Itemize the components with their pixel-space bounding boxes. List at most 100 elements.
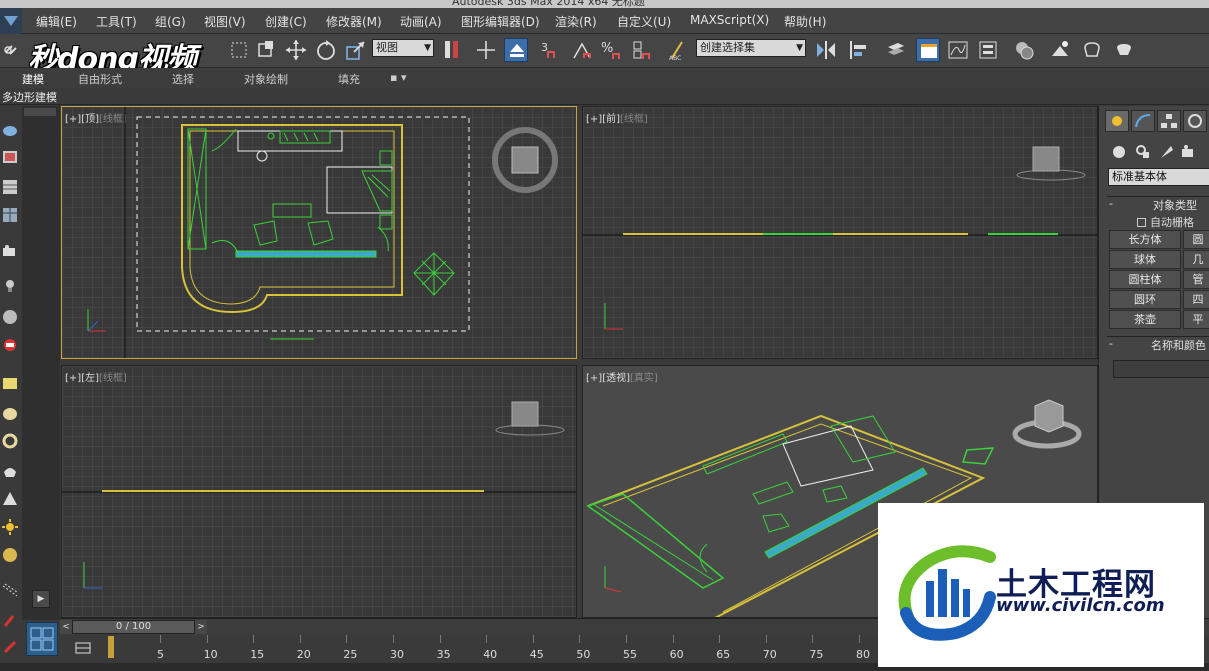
- tab-modeling[interactable]: 建模: [22, 71, 44, 87]
- schematic-view-icon[interactable]: [976, 38, 1000, 62]
- shapes-icon[interactable]: [1133, 142, 1153, 162]
- align-icon[interactable]: [846, 38, 870, 62]
- named-selection-select[interactable]: 创建选择集 ▼: [696, 39, 806, 57]
- cameras-icon[interactable]: [1179, 142, 1199, 162]
- mirror-icon[interactable]: [814, 38, 838, 62]
- geosphere-button[interactable]: 几: [1183, 250, 1209, 269]
- edit-named-selection-icon[interactable]: ABC: [666, 38, 690, 62]
- viewport-layout-button[interactable]: [26, 622, 58, 656]
- current-frame-marker[interactable]: [108, 636, 114, 658]
- menu-modifiers[interactable]: 修改器(M): [326, 13, 382, 30]
- pivot-center-icon[interactable]: [440, 38, 464, 62]
- select-region-icon[interactable]: [254, 38, 278, 62]
- key-filter-icon[interactable]: [74, 639, 92, 657]
- box-icon[interactable]: [1, 374, 19, 392]
- cone-icon[interactable]: [1, 404, 19, 422]
- material-ball-icon[interactable]: [1, 546, 19, 564]
- layer-manager-icon[interactable]: [884, 38, 908, 62]
- render-production-icon[interactable]: [1112, 38, 1136, 62]
- teapot-small-icon[interactable]: [1, 462, 19, 480]
- brush-icon[interactable]: [1, 612, 19, 630]
- app-logo-button[interactable]: [0, 8, 22, 34]
- spinner-snap-icon[interactable]: [630, 38, 654, 62]
- pyramid-button[interactable]: 四: [1183, 290, 1209, 309]
- motion-tab-icon[interactable]: [1183, 110, 1207, 132]
- ribbon-panel-label[interactable]: 多边形建模: [2, 89, 57, 105]
- ribbon-options-button[interactable]: ▪ ▾: [390, 71, 406, 84]
- pyramid-icon[interactable]: [1, 490, 19, 508]
- geometry-icon[interactable]: [1109, 142, 1129, 162]
- next-frame-button[interactable]: >: [195, 620, 207, 634]
- material-editor-icon[interactable]: [1012, 38, 1036, 62]
- menu-maxscript[interactable]: MAXScript(X): [690, 13, 769, 27]
- plane-button[interactable]: 平: [1183, 310, 1209, 329]
- viewcube-front[interactable]: [1011, 145, 1091, 185]
- scene-explorer-icon[interactable]: [916, 38, 940, 62]
- keyboard-shortcut-override-icon[interactable]: [504, 38, 528, 62]
- select-manipulate-icon[interactable]: [474, 38, 498, 62]
- viewcube-top[interactable]: [490, 125, 560, 195]
- tab-selection[interactable]: 选择: [172, 71, 194, 87]
- object-name-field[interactable]: [1113, 360, 1209, 378]
- curve-editor-icon[interactable]: [946, 38, 970, 62]
- auto-grid-checkbox[interactable]: 自动栅格: [1137, 214, 1194, 230]
- sun-icon[interactable]: [1, 518, 19, 536]
- render-setup-icon[interactable]: [1048, 38, 1072, 62]
- menu-create[interactable]: 创建(C): [265, 13, 307, 30]
- create-tab-icon[interactable]: [1105, 110, 1129, 132]
- tab-populate[interactable]: 填充: [338, 71, 360, 87]
- expand-arrow-button[interactable]: ▶: [32, 590, 50, 608]
- light-icon[interactable]: [1, 276, 19, 294]
- viewcube-left[interactable]: [490, 396, 570, 440]
- tab-object-paint[interactable]: 对象绘制: [244, 71, 288, 87]
- hierarchy-tab-icon[interactable]: [1157, 110, 1181, 132]
- table-icon[interactable]: [1, 206, 19, 224]
- teapot-button[interactable]: 茶壶: [1109, 310, 1181, 329]
- sphere-button[interactable]: 球体: [1109, 250, 1181, 269]
- object-type-rollout[interactable]: - 对象类型: [1107, 196, 1209, 212]
- viewport-left[interactable]: [+][左][线框]: [61, 365, 577, 618]
- rendered-frame-window-icon[interactable]: [1080, 38, 1104, 62]
- tube-button[interactable]: 管: [1183, 270, 1209, 289]
- window-crossing-icon[interactable]: [228, 38, 252, 62]
- box-button[interactable]: 长方体: [1109, 230, 1181, 249]
- angle-snap-icon[interactable]: [570, 38, 594, 62]
- tab-freeform[interactable]: 自由形式: [78, 71, 122, 87]
- cylinder-button[interactable]: 圆柱体: [1109, 270, 1181, 289]
- primitive-category-select[interactable]: 标准基本体: [1108, 168, 1209, 186]
- percent-snap-icon[interactable]: %: [600, 38, 624, 62]
- menu-tools[interactable]: 工具(T): [96, 13, 137, 30]
- grid-list-icon[interactable]: [1, 178, 19, 196]
- viewcube-perspective[interactable]: [1007, 394, 1087, 454]
- menu-help[interactable]: 帮助(H): [784, 13, 826, 30]
- rotate-icon[interactable]: [314, 38, 338, 62]
- render-icon[interactable]: [1, 148, 19, 166]
- time-slider[interactable]: 0 / 100: [72, 620, 195, 634]
- link-icon[interactable]: [2, 38, 26, 62]
- menu-edit[interactable]: 编辑(E): [36, 13, 77, 30]
- torus-button[interactable]: 圆环: [1109, 290, 1181, 309]
- teapot-icon[interactable]: [1, 120, 19, 138]
- sphere-icon[interactable]: [1, 308, 19, 326]
- menu-customize[interactable]: 自定义(U): [617, 13, 671, 30]
- paint-icon[interactable]: [1, 638, 19, 656]
- move-icon[interactable]: [284, 38, 308, 62]
- snaps-toggle-icon[interactable]: 3: [540, 38, 564, 62]
- lights-icon[interactable]: [1157, 142, 1177, 162]
- menu-group[interactable]: 组(G): [155, 13, 186, 30]
- viewport-front[interactable]: [+][前][线框]: [582, 106, 1098, 359]
- menu-graph-editors[interactable]: 图形编辑器(D): [461, 13, 540, 30]
- prev-frame-button[interactable]: <: [60, 620, 72, 634]
- menu-views[interactable]: 视图(V): [204, 13, 246, 30]
- cone-button[interactable]: 圆: [1183, 230, 1209, 249]
- viewport-top[interactable]: [+][顶][线框]: [61, 106, 577, 359]
- name-color-rollout[interactable]: - 名称和颜色: [1107, 336, 1209, 352]
- menu-animation[interactable]: 动画(A): [400, 13, 442, 30]
- particles-icon[interactable]: [1, 582, 19, 600]
- torus-icon[interactable]: [1, 432, 19, 450]
- menu-rendering[interactable]: 渲染(R): [555, 13, 597, 30]
- reference-coord-select[interactable]: 视图 ▼: [372, 39, 434, 57]
- scale-icon[interactable]: [344, 38, 368, 62]
- shape-icon[interactable]: [1, 336, 19, 354]
- camera-icon[interactable]: [1, 242, 19, 260]
